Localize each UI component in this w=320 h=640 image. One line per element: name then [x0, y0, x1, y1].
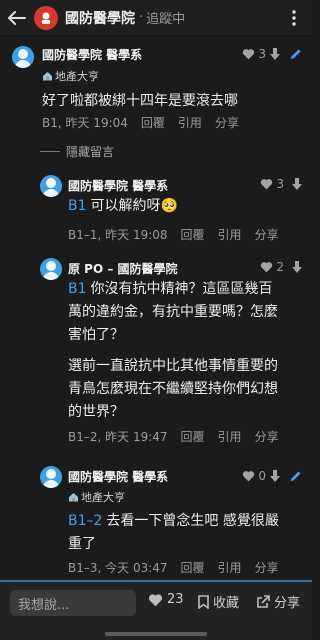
like-count: 3 — [276, 177, 284, 191]
share-button[interactable]: 分享 — [255, 561, 279, 575]
divider-line — [40, 151, 60, 152]
reply-reference-link[interactable]: B1 — [68, 281, 87, 297]
comment-line: 你沒有抗中精神？這區區幾百 — [90, 281, 273, 297]
downvote-icon[interactable] — [270, 48, 280, 60]
quote-button[interactable]: 引用 — [218, 561, 242, 575]
comment-line: 害怕了？ — [68, 327, 124, 343]
bookmark-label: 收藏 — [213, 596, 240, 611]
author-name[interactable]: 原 PO – 國防醫學院 — [68, 260, 178, 277]
vote-controls: 3 — [260, 175, 302, 193]
quote-button[interactable]: 引用 — [218, 228, 242, 242]
vote-controls: 0 — [242, 467, 302, 485]
post-like-count: 23 — [167, 592, 184, 607]
follow-status[interactable]: 追蹤中 — [146, 8, 185, 27]
reply-reference-link[interactable]: B1–2 — [68, 513, 102, 529]
hidden-comments-toggle[interactable]: 隱藏留言 — [40, 143, 114, 160]
share-icon — [256, 594, 270, 609]
bookmark-button[interactable]: 收藏 — [198, 592, 239, 611]
like-post-button[interactable]: 23 — [148, 592, 184, 607]
comment-text: 好了啦都被綁十四年是要滾去哪 — [42, 90, 238, 113]
bookmark-icon — [198, 594, 209, 609]
share-button[interactable]: 分享 — [255, 228, 279, 242]
house-icon — [43, 72, 52, 81]
author-name[interactable]: 國防醫學院 醫學系 — [68, 177, 168, 194]
downvote-icon[interactable] — [292, 261, 302, 273]
comment-line: 青鳥怎麼現在不繼續堅持你們幻想 — [68, 381, 278, 397]
edit-pencil-icon[interactable] — [290, 470, 302, 482]
comment-line: 萬的違約金，有抗中重要嗎？怎麼 — [68, 304, 278, 320]
floor-time: B1–3, 今天 03:47 — [68, 561, 168, 575]
comment-meta: B1, 昨天 19:04 回覆 引用 分享 — [42, 114, 252, 131]
back-button[interactable] — [0, 0, 34, 36]
heart-icon — [148, 593, 163, 607]
avatar[interactable] — [40, 466, 62, 488]
heart-icon[interactable] — [242, 470, 255, 482]
like-count: 0 — [258, 469, 266, 483]
bottom-action-bar: 我想說... 23 收藏 分享 — [0, 580, 312, 640]
reply-button[interactable]: 回覆 — [141, 116, 165, 130]
author-name[interactable]: 國防醫學院 醫學系 — [42, 46, 142, 63]
downvote-icon[interactable] — [292, 178, 302, 190]
floor-time: B1, 昨天 19:04 — [42, 116, 128, 130]
badge-label: 地產大亨 — [55, 70, 99, 83]
share-button[interactable]: 分享 — [255, 430, 279, 444]
vote-controls: 2 — [260, 258, 302, 276]
vote-controls: 3 — [242, 45, 302, 63]
board-emblem-icon — [42, 12, 50, 24]
edit-pencil-icon[interactable] — [290, 48, 302, 60]
heart-icon[interactable] — [242, 48, 255, 60]
comment-meta: B1–2, 昨天 19:47 回覆 引用 分享 — [68, 428, 292, 445]
quote-button[interactable]: 引用 — [218, 430, 242, 444]
top-bar: 國防醫學院 · 追蹤中 — [0, 0, 312, 36]
reply-button[interactable]: 回覆 — [181, 228, 205, 242]
comment-line: 的世界？ — [68, 404, 124, 420]
like-count: 3 — [258, 47, 266, 61]
comment-b1: 國防醫學院 醫學系 地產大亨 好了啦都被綁十四年是要滾去哪 B1, 昨天 19:… — [0, 36, 312, 160]
board-title[interactable]: 國防醫學院 — [65, 8, 135, 28]
author-badge: 地產大亨 — [68, 489, 125, 505]
comment-text: B1–2 去看一下曾念生吧 感覺很嚴 重了 — [68, 510, 279, 556]
comment-line: 選前一直說抗中比其他事情重要的 — [68, 358, 278, 374]
comment-text: B1 可以解約呀🥺 — [68, 195, 178, 218]
comment-meta: B1–3, 今天 03:47 回覆 引用 分享 — [68, 559, 292, 576]
comment-text: B1 你沒有抗中精神？這區區幾百 萬的違約金，有抗中重要嗎？怎麼 害怕了？ 選前一… — [68, 278, 278, 424]
share-label: 分享 — [274, 596, 301, 611]
downvote-icon[interactable] — [270, 470, 280, 482]
author-name[interactable]: 國防醫學院 醫學系 — [68, 468, 168, 485]
comment-input[interactable]: 我想說... — [10, 590, 136, 616]
avatar[interactable] — [40, 175, 62, 197]
back-arrow-icon — [8, 10, 26, 25]
badge-label: 地產大亨 — [81, 491, 125, 504]
share-post-button[interactable]: 分享 — [256, 592, 300, 611]
title-separator: · — [139, 10, 144, 25]
comment-meta: B1–1, 昨天 19:08 回覆 引用 分享 — [68, 226, 292, 243]
more-button[interactable] — [280, 0, 308, 36]
comment-b1-2: 原 PO – 國防醫學院 B1 你沒有抗中精神？這區區幾百 萬的違約金，有抗中重要… — [0, 250, 312, 455]
comment-b1-3: 國防醫學院 醫學系 地產大亨 B1–2 去看一下曾念生吧 感覺很嚴 重了 B1–3… — [0, 460, 312, 580]
comment-b1-1: 國防醫學院 醫學系 B1 可以解約呀🥺 B1–1, 昨天 19:08 回覆 引用 分享 … — [0, 165, 312, 250]
floor-time: B1–1, 昨天 19:08 — [68, 228, 168, 242]
heart-icon[interactable] — [260, 261, 273, 273]
heart-icon[interactable] — [260, 178, 273, 190]
share-button[interactable]: 分享 — [215, 116, 239, 130]
like-count: 2 — [276, 260, 284, 274]
reply-button[interactable]: 回覆 — [181, 430, 205, 444]
avatar[interactable] — [12, 46, 34, 68]
comment-line: 去看一下曾念生吧 感覺很嚴 — [106, 513, 279, 529]
floor-time: B1–2, 昨天 19:47 — [68, 430, 168, 444]
quote-button[interactable]: 引用 — [178, 116, 202, 130]
home-indicator — [105, 632, 207, 636]
comment-line: 可以解約呀🥺 — [90, 198, 178, 214]
avatar[interactable] — [40, 258, 62, 280]
comment-line: 好了啦都被綁十四年是要滾去哪 — [42, 93, 238, 109]
more-dots-icon — [292, 10, 296, 26]
board-logo[interactable] — [34, 5, 58, 30]
reply-reference-link[interactable]: B1 — [68, 198, 87, 214]
comment-line: 重了 — [68, 536, 96, 552]
house-icon — [69, 493, 78, 502]
author-badge: 地產大亨 — [42, 68, 99, 84]
reply-button[interactable]: 回覆 — [181, 561, 205, 575]
hidden-comments-label: 隱藏留言 — [66, 145, 115, 159]
